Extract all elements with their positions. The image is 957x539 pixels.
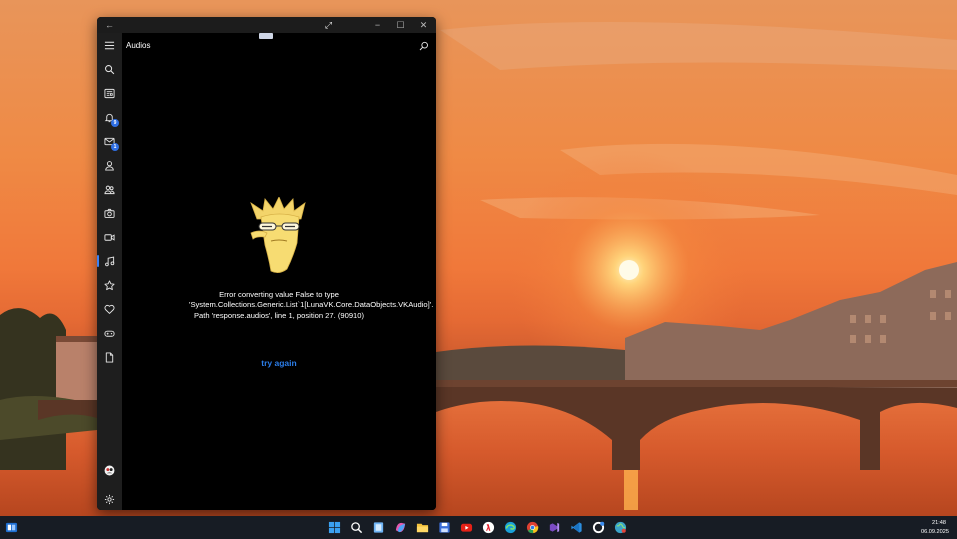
- taskbar: [0, 516, 957, 539]
- sidebar-item-profile[interactable]: [97, 154, 122, 176]
- visual-studio-icon: [549, 522, 560, 533]
- taskbar-copilot[interactable]: [392, 519, 409, 536]
- minimize-button[interactable]: −: [366, 17, 389, 33]
- heart-icon: [104, 304, 115, 314]
- vscode-icon: [571, 522, 582, 533]
- sidebar-item-account[interactable]: [97, 459, 122, 481]
- maximize-button[interactable]: ☐: [389, 17, 412, 33]
- back-button[interactable]: ←: [98, 17, 121, 33]
- clock-time[interactable]: 21:48: [925, 520, 953, 526]
- taskbar-save-app[interactable]: [436, 519, 453, 536]
- page-header: Audios: [122, 33, 436, 57]
- document-icon: [105, 351, 114, 363]
- sidebar-item-menu[interactable]: [97, 34, 122, 56]
- star-icon: [104, 279, 115, 290]
- globe-app-icon: [614, 521, 627, 534]
- sidebar-item-settings[interactable]: [97, 488, 122, 510]
- newspaper-icon: [104, 88, 115, 98]
- taskbar-globe-app[interactable]: [612, 519, 629, 536]
- sidebar-item-notifications[interactable]: 9: [97, 106, 122, 128]
- taskbar-visual-studio[interactable]: [546, 519, 563, 536]
- windows-start-icon: [328, 521, 341, 534]
- close-button[interactable]: ✕: [412, 17, 435, 33]
- taskbar-edge[interactable]: [502, 519, 519, 536]
- camera-icon: [104, 208, 115, 218]
- notifications-badge: 9: [111, 119, 119, 127]
- taskbar-vscode[interactable]: [568, 519, 585, 536]
- audios-content: Error converting value False to type 'Sy…: [122, 57, 436, 510]
- search-icon: [419, 41, 428, 51]
- sidebar-item-videos[interactable]: [97, 226, 122, 248]
- taskbar-search[interactable]: [348, 519, 365, 536]
- widgets-icon: [5, 522, 18, 533]
- hamburger-menu-icon: [104, 41, 115, 49]
- error-message: Error converting value False to type 'Sy…: [189, 290, 434, 320]
- chrome-icon: [526, 521, 539, 534]
- vk-app-icon: [592, 521, 605, 534]
- file-explorer-icon: [416, 523, 429, 533]
- people-icon: [104, 185, 115, 194]
- sidebar-item-search[interactable]: [97, 58, 122, 80]
- task-view-icon: [373, 522, 384, 533]
- search-icon: [351, 522, 363, 534]
- taskbar-chrome[interactable]: [524, 519, 541, 536]
- taskbar-widgets[interactable]: [3, 519, 20, 536]
- save-app-icon: [439, 522, 450, 533]
- taskbar-youtube[interactable]: [458, 519, 475, 536]
- search-icon: [105, 64, 115, 74]
- copilot-icon: [395, 522, 406, 533]
- sidebar-item-audios[interactable]: [97, 250, 122, 272]
- gamepad-icon: [104, 330, 115, 337]
- taskbar-start[interactable]: [326, 519, 343, 536]
- yandex-browser-icon: [482, 521, 495, 534]
- expand-button[interactable]: ⤢: [317, 17, 340, 33]
- messages-badge: 1: [111, 143, 119, 151]
- header-search-button[interactable]: [416, 38, 432, 54]
- title-bar[interactable]: ← ⤢ − ☐ ✕: [97, 17, 436, 33]
- sidebar-item-favorites[interactable]: [97, 298, 122, 320]
- sidebar-item-photos[interactable]: [97, 202, 122, 224]
- taskbar-file-explorer[interactable]: [414, 519, 431, 536]
- avatar-icon: [104, 465, 115, 475]
- sidebar: 9 1: [97, 33, 122, 510]
- sidebar-item-messages[interactable]: 1: [97, 130, 122, 152]
- clock-date[interactable]: 06.09.2025: [916, 529, 954, 535]
- error-mascot-illustration: [250, 197, 306, 273]
- edge-icon: [504, 521, 517, 534]
- sidebar-item-bookmarks[interactable]: [97, 274, 122, 296]
- taskbar-yandex-browser[interactable]: [480, 519, 497, 536]
- music-note-icon: [105, 256, 115, 266]
- taskbar-vk-app[interactable]: [590, 519, 607, 536]
- sidebar-item-games[interactable]: [97, 322, 122, 344]
- taskbar-task-view[interactable]: [370, 519, 387, 536]
- video-icon: [104, 233, 115, 241]
- sidebar-item-friends[interactable]: [97, 178, 122, 200]
- try-again-link[interactable]: try again: [229, 358, 329, 368]
- youtube-icon: [460, 523, 473, 532]
- sidebar-item-news[interactable]: [97, 82, 122, 104]
- app-window: ← ⤢ − ☐ ✕ 9 1 Audios Error converting va…: [97, 17, 436, 510]
- page-title: Audios: [126, 41, 151, 50]
- sidebar-item-documents[interactable]: [97, 346, 122, 368]
- person-icon: [105, 160, 114, 171]
- gear-icon: [104, 494, 115, 504]
